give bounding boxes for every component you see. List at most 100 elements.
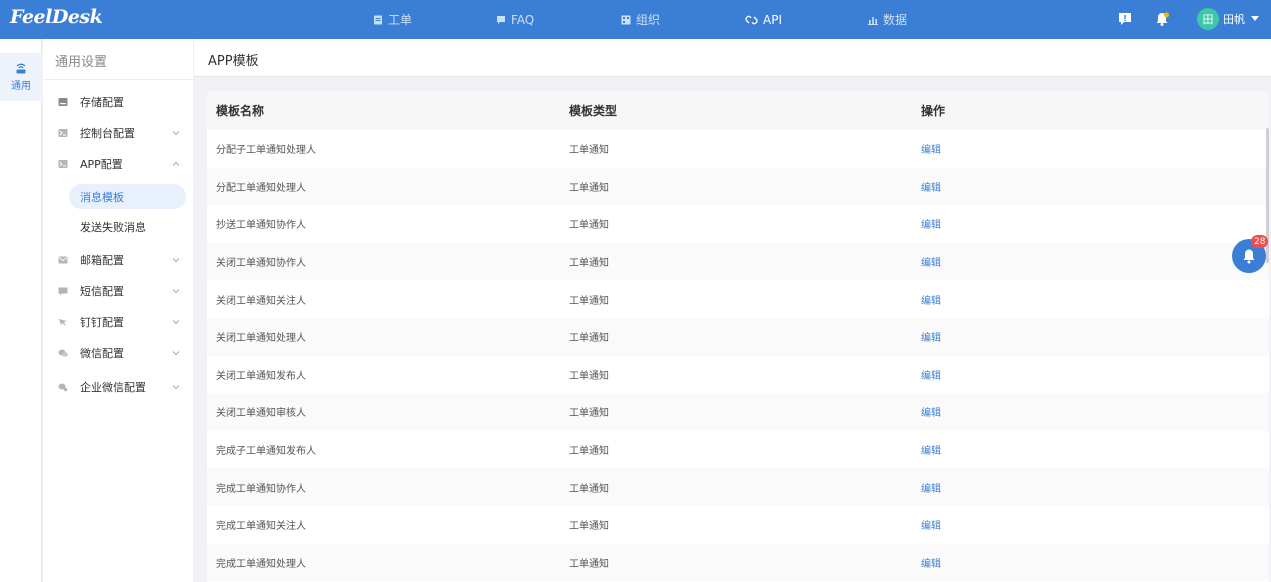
sidebar-item-label: 消息模板 [80,190,124,204]
sidebar-item-label: 发送失败消息 [80,220,146,234]
settings-sidebar: 通用设置 存储配置 控制台配置 APP配置 消息模板 发送失败消息 邮箱配置 短… [43,39,193,582]
table-row: 完成工单通知协作人 工单通知 编辑 [207,468,1269,506]
nav-tab-label: 组织 [636,13,661,27]
nav-tab-label: 工单 [388,13,413,27]
table-row: 关闭工单通知审核人 工单通知 编辑 [207,393,1269,431]
template-name-cell: 关闭工单通知审核人 [216,408,306,420]
template-type-cell: 工单通知 [569,558,609,570]
edit-link[interactable]: 编辑 [921,442,941,457]
rail-item-general[interactable]: 通用 [0,53,42,101]
edit-link[interactable]: 编辑 [921,480,941,495]
nav-tab-tickets[interactable]: 工单 [373,0,412,39]
nav-tab-faq[interactable]: FAQ [496,0,534,39]
sidebar-item-label: 微信配置 [80,347,124,360]
edit-link[interactable]: 编辑 [921,404,941,419]
chevron-down-icon [172,385,180,390]
table-row: 关闭工单通知协作人 工单通知 编辑 [207,242,1269,281]
sidebar-item-sms[interactable]: 短信配置 [43,277,193,305]
sidebar-item-label: APP配置 [80,158,123,171]
sidebar-item-label: 存储配置 [80,96,124,109]
column-header-type: 模板类型 [569,104,618,118]
brand-logo[interactable]: FeelDesk [10,6,103,28]
table-row: 分配子工单通知处理人 工单通知 编辑 [207,130,1269,168]
rail-item-label: 通用 [11,81,31,92]
mail-icon [58,256,68,264]
template-type-cell: 工单通知 [569,333,609,345]
template-name-cell: 关闭工单通知发布人 [216,370,306,382]
notification-bell-icon[interactable] [1154,11,1170,27]
edit-link[interactable]: 编辑 [921,292,941,307]
template-name-cell: 分配子工单通知处理人 [216,145,316,157]
nav-tab-label: API [763,12,782,27]
nav-tab-label: FAQ [511,12,535,27]
table-row: 分配工单通知处理人 工单通知 编辑 [207,167,1269,206]
table-row: 抄送工单通知协作人 工单通知 编辑 [207,205,1269,243]
nav-tab-label: 数据 [883,13,908,27]
edit-link[interactable]: 编辑 [921,179,941,194]
template-name-cell: 完成工单通知关注人 [216,521,306,533]
template-type-cell: 工单通知 [569,295,609,307]
sidebar-subitem-failed-messages[interactable]: 发送失败消息 [69,214,186,239]
sidebar-item-label: 企业微信配置 [80,381,146,394]
caret-down-icon [1251,16,1259,21]
chevron-down-icon [172,258,180,263]
template-type-cell: 工单通知 [569,220,609,232]
message-alert-icon[interactable] [1117,11,1133,27]
table-row: 完成工单通知关注人 工单通知 编辑 [207,506,1269,544]
chevron-up-icon [172,161,180,166]
template-table: 模板名称 模板类型 操作 分配子工单通知处理人 工单通知 编辑 分配工单通知处理人 工单… [207,91,1269,582]
table-row: 关闭工单通知关注人 工单通知 编辑 [207,280,1269,318]
sidebar-item-wecom[interactable]: 企业微信配置 [43,373,193,401]
chart-icon [868,16,878,25]
top-navigation-bar: FeelDesk 工单 FAQ 组织 API 数据 田 田帆 [0,0,1271,39]
sidebar-item-wechat[interactable]: 微信配置 [43,339,193,367]
edit-link[interactable]: 编辑 [921,254,941,269]
template-name-cell: 抄送工单通知协作人 [216,220,306,232]
template-name-cell: 关闭工单通知处理人 [216,333,306,345]
chevron-down-icon [172,320,180,325]
template-type-cell: 工单通知 [569,258,609,270]
sidebar-item-storage[interactable]: 存储配置 [43,88,193,116]
avatar: 田 [1197,8,1219,30]
wecom-icon [58,383,68,392]
table-row: 关闭工单通知发布人 工单通知 编辑 [207,356,1269,394]
template-type-cell: 工单通知 [569,483,609,495]
sidebar-item-dingtalk[interactable]: 钉钉配置 [43,308,193,336]
ticket-icon [374,15,382,24]
sidebar-item-console[interactable]: 控制台配置 [43,119,193,147]
page-title: APP模板 [208,54,259,69]
module-rail: 通用 [0,39,42,582]
nav-tab-org[interactable]: 组织 [621,0,660,39]
nav-tab-data[interactable]: 数据 [868,0,907,39]
notification-count-badge: 28 [1251,235,1269,248]
faq-icon [497,15,505,24]
edit-link[interactable]: 编辑 [921,141,941,156]
sidebar-subitem-message-template[interactable]: 消息模板 [69,184,186,209]
org-icon [621,15,631,24]
edit-link[interactable]: 编辑 [921,329,941,344]
sidebar-item-label: 控制台配置 [80,127,135,140]
template-name-cell: 分配工单通知处理人 [216,182,306,194]
template-type-cell: 工单通知 [569,182,609,194]
app-icon [58,160,68,168]
template-name-cell: 关闭工单通知关注人 [216,295,306,307]
sms-icon [58,287,68,296]
wifi-router-icon [16,63,26,74]
user-menu[interactable]: 田 田帆 [1197,7,1259,31]
storage-icon [58,98,68,106]
divider [43,79,193,80]
sidebar-item-mail[interactable]: 邮箱配置 [43,246,193,274]
table-header-row: 模板名称 模板类型 操作 [207,91,1269,130]
edit-link[interactable]: 编辑 [921,555,941,570]
column-header-name: 模板名称 [216,104,265,118]
chevron-down-icon [172,289,180,294]
sidebar-title: 通用设置 [55,55,108,70]
edit-link[interactable]: 编辑 [921,517,941,532]
template-type-cell: 工单通知 [569,521,609,533]
edit-link[interactable]: 编辑 [921,367,941,382]
user-name: 田帆 [1223,13,1245,26]
sidebar-item-app[interactable]: APP配置 [43,150,193,178]
edit-link[interactable]: 编辑 [921,216,941,231]
nav-tab-api[interactable]: API [745,0,782,39]
dingtalk-icon [59,319,67,326]
